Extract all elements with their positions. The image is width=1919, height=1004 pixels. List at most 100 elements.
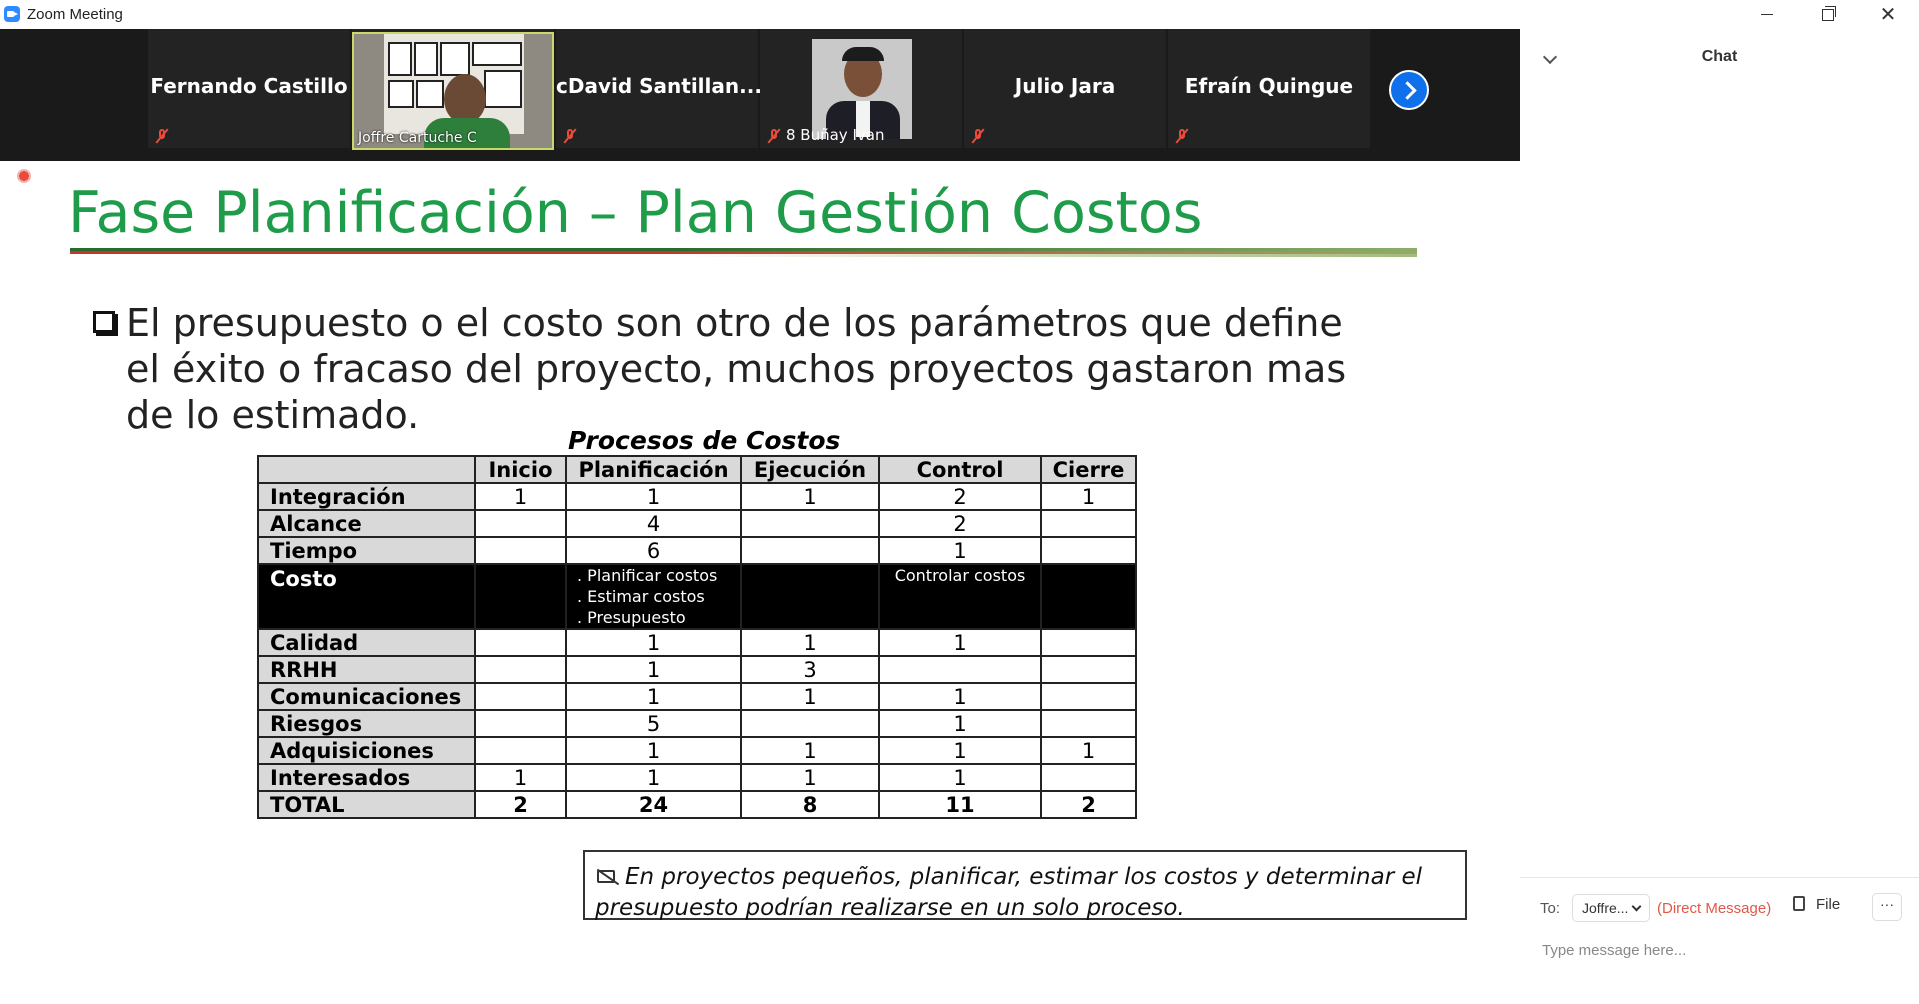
participant-name: Joffre Cartuche C	[358, 130, 477, 146]
restore-icon	[1822, 5, 1836, 21]
row-label: Interesados	[257, 763, 476, 792]
table-cell: 1	[565, 482, 742, 511]
costs-process-table: Inicio Planificación Ejecución Control C…	[257, 455, 1137, 819]
participant-tile[interactable]: Fernando Castillo	[148, 29, 350, 148]
table-cell	[1040, 763, 1137, 792]
table-row: Adquisiciones 1 1 1 1	[257, 736, 1137, 765]
participant-tile-video[interactable]: Joffre Cartuche C	[352, 29, 554, 150]
restore-button[interactable]	[1806, 0, 1850, 29]
table-cell: 5	[565, 709, 742, 738]
table-row: Integración 1 1 1 2 1	[257, 482, 1137, 511]
recipient-value: Joffre...	[1582, 900, 1629, 916]
row-label: Riesgos	[257, 709, 476, 738]
mic-muted-icon	[1174, 128, 1190, 144]
table-cell: 2	[878, 482, 1042, 511]
table-row: Tiempo 6 1	[257, 536, 1137, 565]
chat-message-input[interactable]	[1540, 932, 1904, 968]
table-cell	[474, 536, 567, 565]
table-cell: 8	[740, 790, 880, 819]
file-label: File	[1816, 896, 1841, 913]
row-label: Costo	[257, 563, 476, 630]
table-cell	[1040, 509, 1137, 538]
costo-control-process: Controlar costos	[878, 563, 1042, 630]
chat-divider	[1520, 877, 1919, 878]
more-options-button[interactable]: ···	[1872, 893, 1902, 921]
table-cell	[1040, 628, 1137, 657]
table-cell: 3	[740, 655, 880, 684]
zoom-app-icon	[4, 6, 20, 22]
row-label: Alcance	[257, 509, 476, 538]
table-row-costo: Costo . Planificar costos . Estimar cost…	[257, 563, 1137, 630]
table-row: Alcance 4 2	[257, 509, 1137, 538]
table-cell: 2	[878, 509, 1042, 538]
table-cell: 1	[878, 736, 1042, 765]
wall-frame	[440, 42, 470, 76]
recipient-dropdown[interactable]: Joffre...	[1572, 894, 1650, 922]
table-cell: 2	[474, 790, 567, 819]
participant-name: cDavid Santillan...	[556, 74, 762, 98]
table-row: RRHH 1 3	[257, 655, 1137, 684]
header-empty-cell	[257, 455, 476, 484]
table-cell: 1	[565, 736, 742, 765]
file-button[interactable]: File	[1793, 896, 1840, 922]
checkbox-bullet-icon	[93, 311, 115, 333]
table-cell: 1	[740, 482, 880, 511]
table-title: Procesos de Costos	[568, 426, 841, 455]
note-text-wrap: En proyectos pequeños, planificar, estim…	[595, 862, 1463, 924]
slide-title: Fase Planificación – Plan Gestión Costos	[68, 180, 1203, 246]
next-page-arrow-icon[interactable]	[1389, 70, 1429, 110]
process-item: . Estimar costos	[577, 587, 705, 606]
table-cell: 4	[565, 509, 742, 538]
participant-strip: Fernando Castillo Joffre Cartuche C cDav…	[0, 29, 1520, 161]
costo-planning-processes: . Planificar costos . Estimar costos . P…	[565, 563, 742, 630]
participant-photo	[812, 39, 912, 139]
table-cell	[878, 655, 1042, 684]
column-header: Planificación	[565, 455, 742, 484]
table-cell	[740, 563, 880, 630]
table-cell: 1	[565, 628, 742, 657]
table-cell	[474, 563, 567, 630]
table-cell: 1	[740, 682, 880, 711]
table-row: Comunicaciones 1 1 1	[257, 682, 1137, 711]
table-cell: 1	[878, 628, 1042, 657]
window-titlebar: Zoom Meeting ✕	[0, 0, 1919, 29]
participant-tile[interactable]: Julio Jara	[964, 29, 1166, 148]
participant-tile[interactable]: Efraín Quingue	[1168, 29, 1370, 148]
mic-muted-icon	[562, 128, 578, 144]
table-cell	[474, 655, 567, 684]
row-label: Tiempo	[257, 536, 476, 565]
close-button[interactable]: ✕	[1866, 0, 1910, 29]
minimize-button[interactable]	[1745, 0, 1789, 29]
table-cell: 1	[878, 763, 1042, 792]
participant-name: Julio Jara	[1014, 74, 1116, 98]
wall-frame	[388, 80, 414, 108]
participant-tile[interactable]: cDavid Santillan...	[556, 29, 762, 148]
table-cell	[1040, 709, 1137, 738]
table-cell: 1	[1040, 736, 1137, 765]
row-label: Adquisiciones	[257, 736, 476, 765]
table-cell: 1	[565, 763, 742, 792]
close-icon: ✕	[1879, 4, 1897, 26]
row-label: Integración	[257, 482, 476, 511]
mic-muted-icon	[970, 128, 986, 144]
process-item: . Planificar costos	[577, 566, 718, 585]
table-header-row: Inicio Planificación Ejecución Control C…	[257, 455, 1137, 484]
column-header: Ejecución	[740, 455, 880, 484]
participant-tile-video[interactable]: 8 Buñay Ivan	[760, 29, 962, 148]
table-cell: 1	[565, 655, 742, 684]
mic-muted-icon	[154, 128, 170, 144]
column-header: Inicio	[474, 455, 567, 484]
mic-muted-icon	[766, 128, 782, 144]
wall-frame	[414, 42, 438, 76]
table-cell	[474, 709, 567, 738]
minimize-icon	[1761, 14, 1773, 15]
chat-title: Chat	[1701, 48, 1738, 65]
table-cell: 2	[1040, 790, 1137, 819]
recording-indicator-icon	[17, 169, 31, 183]
person-head	[444, 74, 486, 124]
table-cell	[474, 628, 567, 657]
table-cell	[740, 709, 880, 738]
table-cell	[1040, 682, 1137, 711]
wall-frame	[484, 70, 522, 108]
row-label: RRHH	[257, 655, 476, 684]
